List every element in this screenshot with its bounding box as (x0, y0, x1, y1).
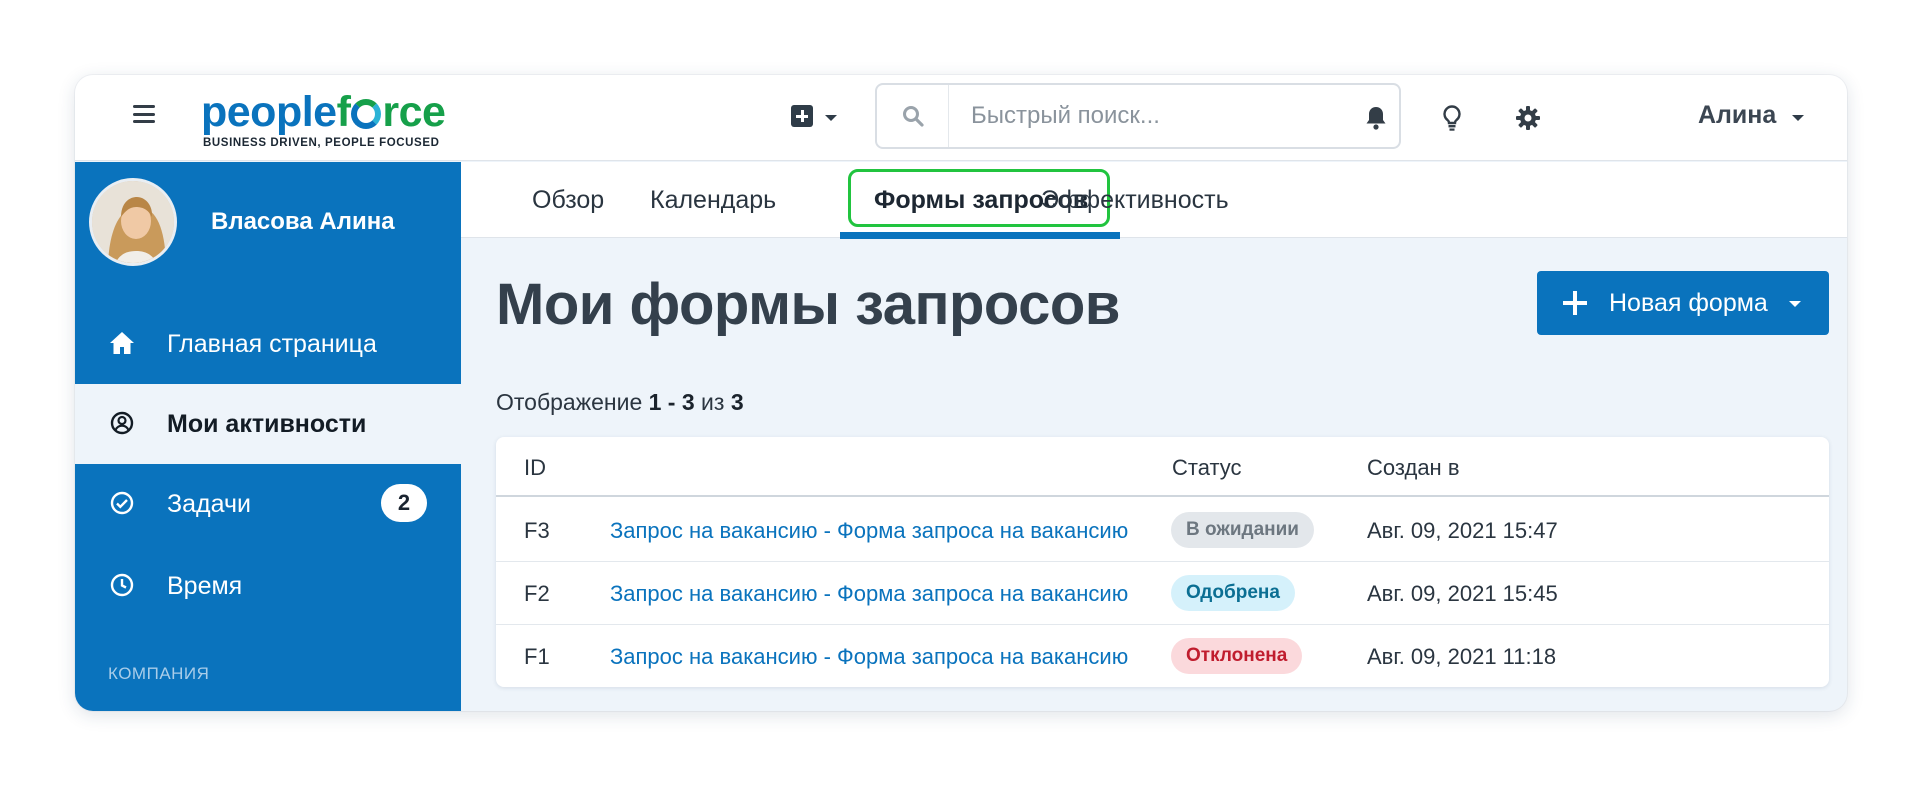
profile[interactable]: Власова Алина (89, 178, 395, 266)
quick-add-button[interactable] (791, 105, 837, 127)
lightbulb-icon[interactable] (1437, 103, 1467, 133)
app-window: peoplef rce BUSINESS DRIVEN, PEOPLE FOCUS… (75, 75, 1847, 711)
row-title-link[interactable]: Запрос на вакансию - Форма запроса на ва… (610, 581, 1128, 607)
tab-bar: Обзор Календарь Формы запросов Эффективн… (461, 162, 1847, 239)
column-header-id: ID (524, 455, 546, 480)
new-form-button-label: Новая форма (1609, 288, 1768, 317)
logo[interactable]: peoplef rce BUSINESS DRIVEN, PEOPLE FOCUS… (201, 87, 461, 149)
request-forms-table: ID Статус Создан в F3 Запрос на вакансию… (496, 437, 1829, 687)
row-title-link[interactable]: Запрос на вакансию - Форма запроса на ва… (610, 518, 1128, 544)
avatar (89, 178, 177, 266)
sidebar: Власова Алина Главная страница Мои актив… (75, 162, 461, 711)
search-icon[interactable] (877, 85, 949, 147)
logo-swirl-icon (351, 99, 382, 129)
row-title-link[interactable]: Запрос на вакансию - Форма запроса на ва… (610, 644, 1128, 670)
new-form-button[interactable]: Новая форма (1537, 271, 1829, 335)
row-created: Авг. 09, 2021 11:18 (1367, 644, 1557, 669)
sidebar-item-label: Задачи (167, 489, 251, 518)
table-header: ID Статус Создан в (496, 437, 1829, 497)
active-tab-underline (840, 232, 1120, 239)
row-id: F2 (524, 581, 550, 606)
sidebar-section-label: КОМПАНИЯ (108, 664, 210, 683)
bell-icon[interactable] (1361, 103, 1391, 133)
user-circle-icon (109, 410, 135, 436)
search-box (875, 83, 1401, 149)
home-icon (109, 330, 135, 356)
tab-performance[interactable]: Эффективность (1041, 162, 1229, 238)
profile-name: Власова Алина (211, 208, 395, 235)
task-count-badge: 2 (381, 484, 427, 522)
table-row[interactable]: F2 Запрос на вакансию - Форма запроса на… (496, 561, 1829, 625)
column-header-status: Статус (1172, 455, 1242, 480)
table-row[interactable]: F1 Запрос на вакансию - Форма запроса на… (496, 624, 1829, 687)
search-input[interactable] (949, 86, 1399, 146)
sidebar-item-label: Главная страница (167, 329, 377, 358)
row-created: Авг. 09, 2021 15:47 (1367, 518, 1558, 543)
sidebar-item-label: Мои активности (167, 409, 367, 438)
user-name: Алина (1698, 101, 1777, 129)
sidebar-item-home[interactable]: Главная страница (75, 304, 461, 384)
logo-wordmark: peoplef rce (201, 88, 446, 136)
tab-overview[interactable]: Обзор (532, 162, 604, 238)
chevron-down-icon (825, 115, 837, 121)
column-header-created: Создан в (1367, 455, 1460, 480)
plus-icon (1563, 291, 1587, 315)
clock-icon (109, 572, 135, 598)
row-id: F3 (524, 518, 550, 543)
tab-calendar[interactable]: Календарь (650, 162, 776, 238)
status-badge: Отклонена (1171, 638, 1303, 674)
sidebar-item-my-activities[interactable]: Мои активности (75, 384, 461, 464)
chevron-down-icon (1792, 114, 1805, 121)
page-title: Мои формы запросов (496, 272, 1120, 337)
add-icon (791, 105, 813, 127)
status-badge: Одобрена (1171, 575, 1295, 611)
row-id: F1 (524, 644, 550, 669)
chevron-down-icon (1789, 301, 1801, 307)
logo-tagline: BUSINESS DRIVEN, PEOPLE FOCUSED (203, 137, 440, 149)
top-bar: peoplef rce BUSINESS DRIVEN, PEOPLE FOCUS… (75, 75, 1847, 161)
status-badge: В ожидании (1171, 512, 1314, 548)
user-menu[interactable]: Алина (1698, 101, 1805, 130)
row-created: Авг. 09, 2021 15:45 (1367, 581, 1558, 606)
gear-icon[interactable] (1513, 103, 1543, 133)
menu-icon[interactable] (133, 105, 155, 123)
sidebar-item-label: Время (167, 571, 243, 600)
table-row[interactable]: F3 Запрос на вакансию - Форма запроса на… (496, 498, 1829, 562)
check-circle-icon (109, 490, 135, 516)
pagination-summary: Отображение 1 - 3 из 3 (496, 389, 744, 415)
sidebar-item-time[interactable]: Время (75, 546, 461, 626)
sidebar-item-tasks[interactable]: Задачи 2 (75, 464, 461, 544)
